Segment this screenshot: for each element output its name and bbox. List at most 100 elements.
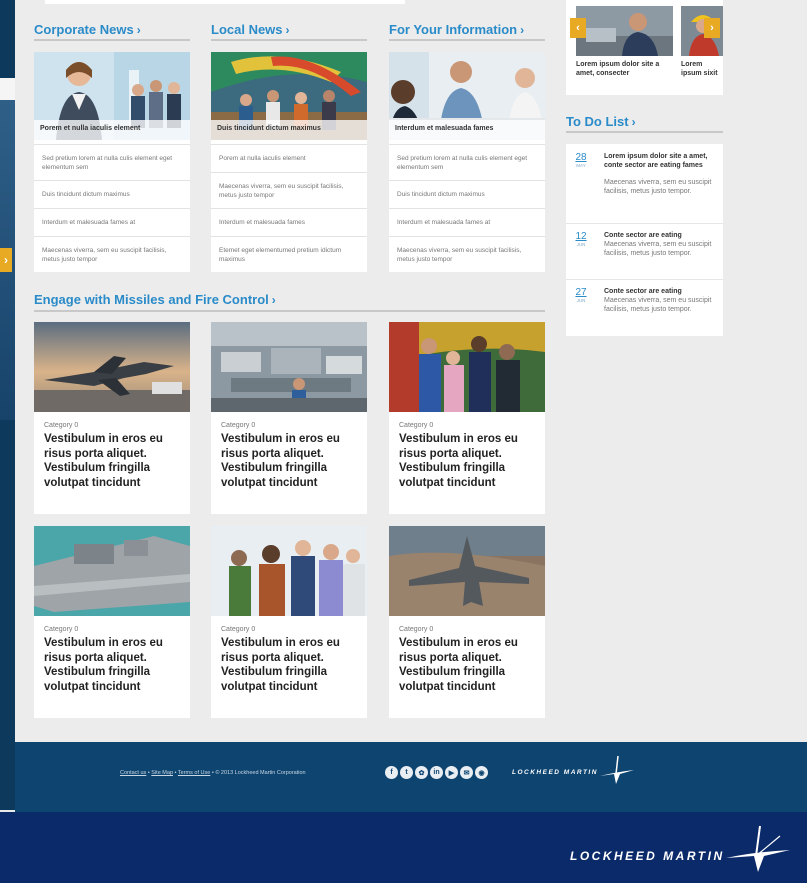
todo-item[interactable]: 12 JUN Conte sector are eating Maecenas v… — [566, 224, 723, 280]
news-item[interactable]: Interdum et malesuada fames at — [34, 208, 190, 236]
news-item[interactable]: Sed pretium lorem at nulla culis element… — [34, 144, 190, 180]
section-rule — [211, 39, 367, 41]
chevron-right-icon: › — [631, 115, 636, 129]
card-title[interactable]: Vestibulum in eros eu risus porta alique… — [399, 432, 541, 490]
sitemap-link[interactable]: Site Map — [151, 770, 173, 776]
news-caption[interactable]: Duis tincidunt dictum maximus — [211, 120, 367, 140]
email-icon[interactable]: ✉ — [460, 766, 473, 779]
news-item[interactable]: Maecenas viverra, sem eu suscipit facili… — [211, 172, 367, 208]
flickr-icon[interactable]: ✿ — [415, 766, 428, 779]
news-item[interactable]: Duis tincidunt dictum maximus — [389, 180, 545, 208]
engage-card[interactable]: Category 0 Vestibulum in eros eu risus p… — [211, 322, 367, 514]
category-label: Category 0 — [44, 422, 79, 429]
engage-card[interactable]: Category 0 Vestibulum in eros eu risus p… — [389, 526, 545, 718]
card-title[interactable]: Vestibulum in eros eu risus porta alique… — [44, 432, 186, 490]
feature-carousel: ‹ › Lorem ipsum dolor site a amet, conse… — [566, 0, 723, 95]
card-title[interactable]: Vestibulum in eros eu risus porta alique… — [221, 636, 363, 694]
news-caption[interactable]: Porem et nulla iaculis element — [34, 120, 190, 140]
news-item[interactable]: Maecenas viverra, sem eu suscipit facili… — [389, 236, 545, 272]
todo-link[interactable]: To Do List › — [566, 114, 636, 129]
todo-item[interactable]: 28 MAY Lorem ipsum dolor site a amet, con… — [566, 144, 723, 224]
lockheed-martin-logo-text[interactable]: LOCKHEED MARTIN — [570, 849, 725, 863]
footer-logo-text: LOCKHEED MARTIN — [512, 769, 598, 776]
contact-link[interactable]: Contact us — [120, 770, 146, 776]
local-news-title: Local News — [211, 22, 283, 37]
twitter-icon[interactable]: t — [400, 766, 413, 779]
engage-card[interactable]: Category 0 Vestibulum in eros eu risus p… — [211, 526, 367, 718]
main-content: Corporate News › Local News › For Your Inf… — [15, 0, 807, 742]
factory-photo — [211, 322, 367, 412]
corporate-news-card: Porem et nulla iaculis element Sed preti… — [34, 52, 190, 272]
todo-body: Maecenas viverra, sem eu suscipit facili… — [604, 297, 712, 313]
news-item[interactable]: Interdum et malesuada fames — [211, 208, 367, 236]
local-news-card: Duis tincidunt dictum maximus Porem at n… — [211, 52, 367, 272]
category-label: Category 0 — [399, 626, 434, 633]
left-panel-arrow-button[interactable]: › — [0, 248, 12, 272]
news-item[interactable]: Maecenas viverra, sem eu suscipit facili… — [34, 236, 190, 272]
section-rule — [34, 39, 190, 41]
todo-date[interactable]: 27 JUN — [570, 287, 592, 303]
engage-card[interactable]: Category 0 Vestibulum in eros eu risus p… — [389, 322, 545, 514]
todo-date[interactable]: 28 MAY — [570, 152, 592, 168]
news-item[interactable]: Etemet eget elementumed pretium idictum … — [211, 236, 367, 272]
todo-body: Maecenas viverra, sem eu suscipit facili… — [604, 179, 712, 195]
chevron-right-icon: › — [4, 253, 8, 267]
news-caption[interactable]: Interdum et malesuada fames — [389, 120, 545, 140]
copyright: © 2013 Lockheed Martin Corporation — [215, 770, 306, 776]
news-item[interactable]: Interdum et malesuada fames at — [389, 208, 545, 236]
group-photo — [211, 526, 367, 616]
separator: • — [174, 770, 177, 776]
carousel-photo[interactable] — [576, 6, 673, 56]
site-footer: Contact us • Site Map • Terms of Use • ©… — [15, 742, 807, 812]
section-rule — [566, 131, 723, 133]
engage-card[interactable]: Category 0 Vestibulum in eros eu risus p… — [34, 322, 190, 514]
news-item[interactable]: Porem at nulla iaculis element — [211, 144, 367, 172]
chevron-left-icon: ‹ — [576, 22, 580, 34]
facebook-icon[interactable]: f — [385, 766, 398, 779]
fyi-link[interactable]: For Your Information › — [389, 22, 524, 37]
news-item[interactable]: Sed pretium lorem at nulla culis element… — [389, 144, 545, 180]
engage-title: Engage with Missiles and Fire Control — [34, 292, 269, 307]
jet-photo — [34, 322, 190, 412]
todo-list: 28 MAY Lorem ipsum dolor site a amet, con… — [566, 144, 723, 336]
todo-heading[interactable]: Conte sector are eating — [604, 288, 718, 297]
corporate-news-link[interactable]: Corporate News › — [34, 22, 141, 37]
youtube-icon[interactable]: ▶ — [445, 766, 458, 779]
category-label: Category 0 — [44, 626, 79, 633]
carousel-caption[interactable]: Lorem ipsum sixit amet — [681, 60, 723, 78]
todo-heading[interactable]: Conte sector are eating — [604, 232, 718, 241]
star-logo-icon — [600, 756, 634, 784]
card-title[interactable]: Vestibulum in eros eu risus porta alique… — [44, 636, 186, 694]
carousel-next-button[interactable]: › — [704, 18, 720, 38]
section-rule — [34, 310, 545, 312]
top-divider — [45, 0, 405, 4]
todo-body: Maecenas viverra, sem eu suscipit facili… — [604, 241, 712, 257]
category-label: Category 0 — [221, 422, 256, 429]
linkedin-icon[interactable]: in — [430, 766, 443, 779]
chevron-right-icon: › — [520, 23, 525, 37]
rss-icon[interactable]: ◉ — [475, 766, 488, 779]
chevron-right-icon: › — [136, 23, 141, 37]
left-edge-panel: › — [0, 0, 15, 810]
fighter-jet-photo — [389, 526, 545, 616]
card-title[interactable]: Vestibulum in eros eu risus porta alique… — [399, 636, 541, 694]
corporate-news-title: Corporate News — [34, 22, 134, 37]
todo-item[interactable]: 27 JUN Conte sector are eating Maecenas v… — [566, 280, 723, 336]
carousel-prev-button[interactable]: ‹ — [570, 18, 586, 38]
todo-heading[interactable]: Lorem ipsum dolor site a amet, conte sec… — [604, 153, 718, 170]
news-item[interactable]: Duis tincidunt dictum maximus — [34, 180, 190, 208]
separator: • — [147, 770, 150, 776]
chevron-right-icon: › — [271, 293, 276, 307]
todo-date[interactable]: 12 JUN — [570, 231, 592, 247]
social-icons: f t ✿ in ▶ ✉ ◉ — [385, 766, 488, 779]
local-news-link[interactable]: Local News › — [211, 22, 290, 37]
engage-link[interactable]: Engage with Missiles and Fire Control › — [34, 292, 276, 307]
star-logo-icon — [726, 825, 790, 872]
category-label: Category 0 — [221, 626, 256, 633]
card-title[interactable]: Vestibulum in eros eu risus porta alique… — [221, 432, 363, 490]
carousel-caption[interactable]: Lorem ipsum dolor site a amet, consecter — [576, 60, 673, 78]
terms-link[interactable]: Terms of Use — [178, 770, 210, 776]
team-photo — [389, 322, 545, 412]
engage-card[interactable]: Category 0 Vestibulum in eros eu risus p… — [34, 526, 190, 718]
todo-title: To Do List — [566, 114, 629, 129]
